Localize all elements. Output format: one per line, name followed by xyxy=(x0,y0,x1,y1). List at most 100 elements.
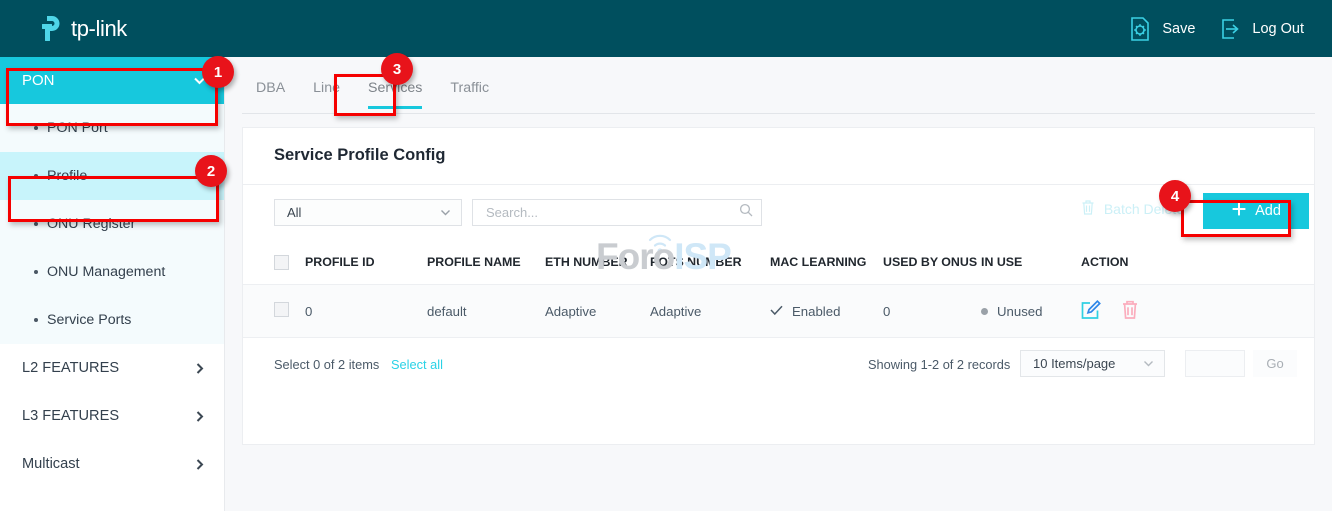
plus-icon xyxy=(1231,201,1247,221)
column-mac-learning: MAC LEARNING xyxy=(770,245,883,285)
save-gear-document-icon xyxy=(1127,16,1153,42)
bullet-icon xyxy=(34,318,38,322)
items-per-page-value: 10 Items/page xyxy=(1033,356,1115,371)
check-icon xyxy=(770,304,783,319)
row-select-cell xyxy=(243,285,305,338)
sidebar-group-label: L3 FEATURES xyxy=(22,408,119,424)
selection-info: Select 0 of 2 items xyxy=(274,357,379,372)
table-row[interactable]: 0 default Adaptive Adaptive Enabled xyxy=(243,285,1314,338)
brand-logo[interactable]: tp-link xyxy=(34,13,127,44)
sidebar-group-pon-label: PON xyxy=(22,72,55,89)
trash-icon[interactable] xyxy=(1120,299,1140,323)
column-profile-id: PROFILE ID xyxy=(305,245,427,285)
items-per-page-select[interactable]: 10 Items/page xyxy=(1020,350,1165,377)
column-used-by-onus: USED BY ONUS xyxy=(883,245,981,285)
trash-icon xyxy=(1080,199,1096,219)
logout-arrow-icon xyxy=(1217,16,1243,42)
row-checkbox[interactable] xyxy=(274,302,289,317)
select-all-checkbox[interactable] xyxy=(274,255,289,270)
sidebar-group-pon[interactable]: PON xyxy=(0,57,224,104)
column-in-use: IN USE xyxy=(981,245,1081,285)
showing-records: Showing 1-2 of 2 records xyxy=(868,357,1010,372)
cell-used-by-onus: 0 xyxy=(883,285,981,338)
sidebar-item-pon-port[interactable]: PON Port xyxy=(0,104,224,152)
header-actions: Save Log Out xyxy=(1127,0,1304,57)
search-box[interactable] xyxy=(472,199,762,226)
sidebar-item-label: ONU Management xyxy=(47,264,165,280)
bullet-icon xyxy=(34,222,38,226)
tplink-logo-icon xyxy=(34,13,64,44)
brand-logo-text: tp-link xyxy=(71,16,127,42)
sidebar-group-multicast[interactable]: Multicast xyxy=(0,440,224,488)
column-action: ACTION xyxy=(1081,245,1314,285)
tab-traffic[interactable]: Traffic xyxy=(436,76,503,108)
search-input[interactable] xyxy=(484,204,739,221)
sidebar-group-label: L2 FEATURES xyxy=(22,360,119,376)
main-content: DBA Line Services Traffic Service Profil… xyxy=(225,57,1332,511)
table-footer: Select 0 of 2 items Select all Showing 1… xyxy=(243,338,1314,393)
sidebar-group-l3-features[interactable]: L3 FEATURES xyxy=(0,392,224,440)
search-icon xyxy=(739,203,753,222)
page-number-field[interactable] xyxy=(1185,350,1245,377)
cell-mac-learning: Enabled xyxy=(770,285,883,338)
tab-dba[interactable]: DBA xyxy=(242,76,299,108)
annotation-badge-2: 2 xyxy=(195,155,227,187)
chevron-down-icon xyxy=(1142,357,1155,370)
bullet-icon xyxy=(34,270,38,274)
annotation-badge-1: 1 xyxy=(202,56,234,88)
annotation-badge-4: 4 xyxy=(1159,180,1191,212)
in-use-value: Unused xyxy=(997,304,1042,319)
chevron-right-icon xyxy=(193,362,206,375)
app-root: tp-link xyxy=(0,0,1332,511)
sidebar-item-service-ports[interactable]: Service Ports xyxy=(0,296,224,344)
chevron-right-icon xyxy=(193,458,206,471)
page-number-input[interactable] xyxy=(1186,351,1244,376)
top-header-bar: tp-link xyxy=(0,0,1332,57)
logout-label: Log Out xyxy=(1252,21,1304,37)
cell-eth-number: Adaptive xyxy=(545,285,650,338)
sidebar-group-label: Multicast xyxy=(22,456,80,472)
table-header-row: PROFILE ID PROFILE NAME ETH NUMBER POTS … xyxy=(243,245,1314,285)
status-dot-icon xyxy=(981,308,988,315)
sidebar-item-label: Profile xyxy=(47,168,87,184)
chevron-down-icon xyxy=(439,206,452,219)
sidebar-item-label: Service Ports xyxy=(47,312,131,328)
sidebar-item-profile[interactable]: Profile xyxy=(0,152,224,200)
filter-select-value: All xyxy=(287,205,301,220)
sidebar-item-label: ONU Register xyxy=(47,216,135,232)
save-label: Save xyxy=(1162,21,1195,37)
save-button[interactable]: Save xyxy=(1127,16,1195,42)
cell-in-use: Unused xyxy=(981,285,1081,338)
service-profile-card: Service Profile Config All xyxy=(242,127,1315,445)
page-title: Service Profile Config xyxy=(243,128,1314,165)
select-all-header xyxy=(243,245,305,285)
sidebar-item-onu-register[interactable]: ONU Register xyxy=(0,200,224,248)
go-button[interactable]: Go xyxy=(1253,350,1297,377)
logout-button[interactable]: Log Out xyxy=(1217,16,1304,42)
tab-line[interactable]: Line xyxy=(299,76,354,108)
cell-action xyxy=(1081,285,1314,338)
chevron-right-icon xyxy=(193,410,206,423)
bullet-icon xyxy=(34,174,38,178)
sidebar: PON PON Port Profile ONU Register ONU Ma… xyxy=(0,57,225,511)
filter-select[interactable]: All xyxy=(274,199,462,226)
add-label: Add xyxy=(1255,203,1281,219)
sidebar-submenu: PON Port Profile ONU Register ONU Manage… xyxy=(0,104,224,344)
mac-learning-value: Enabled xyxy=(792,304,840,319)
column-profile-name: PROFILE NAME xyxy=(427,245,545,285)
sidebar-group-l2-features[interactable]: L2 FEATURES xyxy=(0,344,224,392)
select-all-link[interactable]: Select all xyxy=(391,357,443,372)
table-toolbar: All xyxy=(243,185,1314,245)
bullet-icon xyxy=(34,126,38,130)
column-pots-number: POTS NUMBER xyxy=(650,245,770,285)
add-button[interactable]: Add xyxy=(1203,193,1309,229)
profile-table: PROFILE ID PROFILE NAME ETH NUMBER POTS … xyxy=(243,245,1314,338)
edit-pencil-icon[interactable] xyxy=(1081,299,1102,323)
annotation-badge-3: 3 xyxy=(381,53,413,85)
cell-profile-name: default xyxy=(427,285,545,338)
cell-pots-number: Adaptive xyxy=(650,285,770,338)
cell-profile-id: 0 xyxy=(305,285,427,338)
sidebar-item-label: PON Port xyxy=(47,120,108,136)
sidebar-item-onu-management[interactable]: ONU Management xyxy=(0,248,224,296)
column-eth-number: ETH NUMBER xyxy=(545,245,650,285)
